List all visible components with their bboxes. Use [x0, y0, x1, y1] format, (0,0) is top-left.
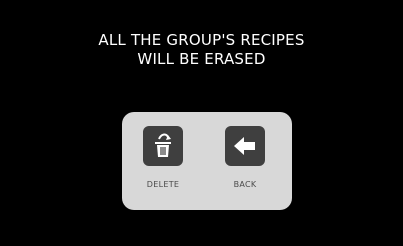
delete-label: DELETE — [146, 180, 180, 189]
delete-tile — [143, 126, 183, 166]
warning-line-2: WILL BE ERASED — [137, 50, 266, 68]
back-label: BACK — [233, 180, 257, 189]
delete-button[interactable]: DELETE — [133, 126, 193, 196]
erase-warning-message: ALL THE GROUP'S RECIPES WILL BE ERASED — [0, 31, 403, 69]
back-button[interactable]: BACK — [215, 126, 275, 196]
trash-icon — [155, 133, 171, 157]
back-tile — [225, 126, 265, 166]
arrow-left-icon — [234, 137, 255, 155]
warning-line-1: ALL THE GROUP'S RECIPES — [98, 31, 305, 49]
action-panel: DELETE BACK — [122, 112, 292, 210]
confirm-erase-screen: ALL THE GROUP'S RECIPES WILL BE ERASED D… — [0, 0, 403, 246]
